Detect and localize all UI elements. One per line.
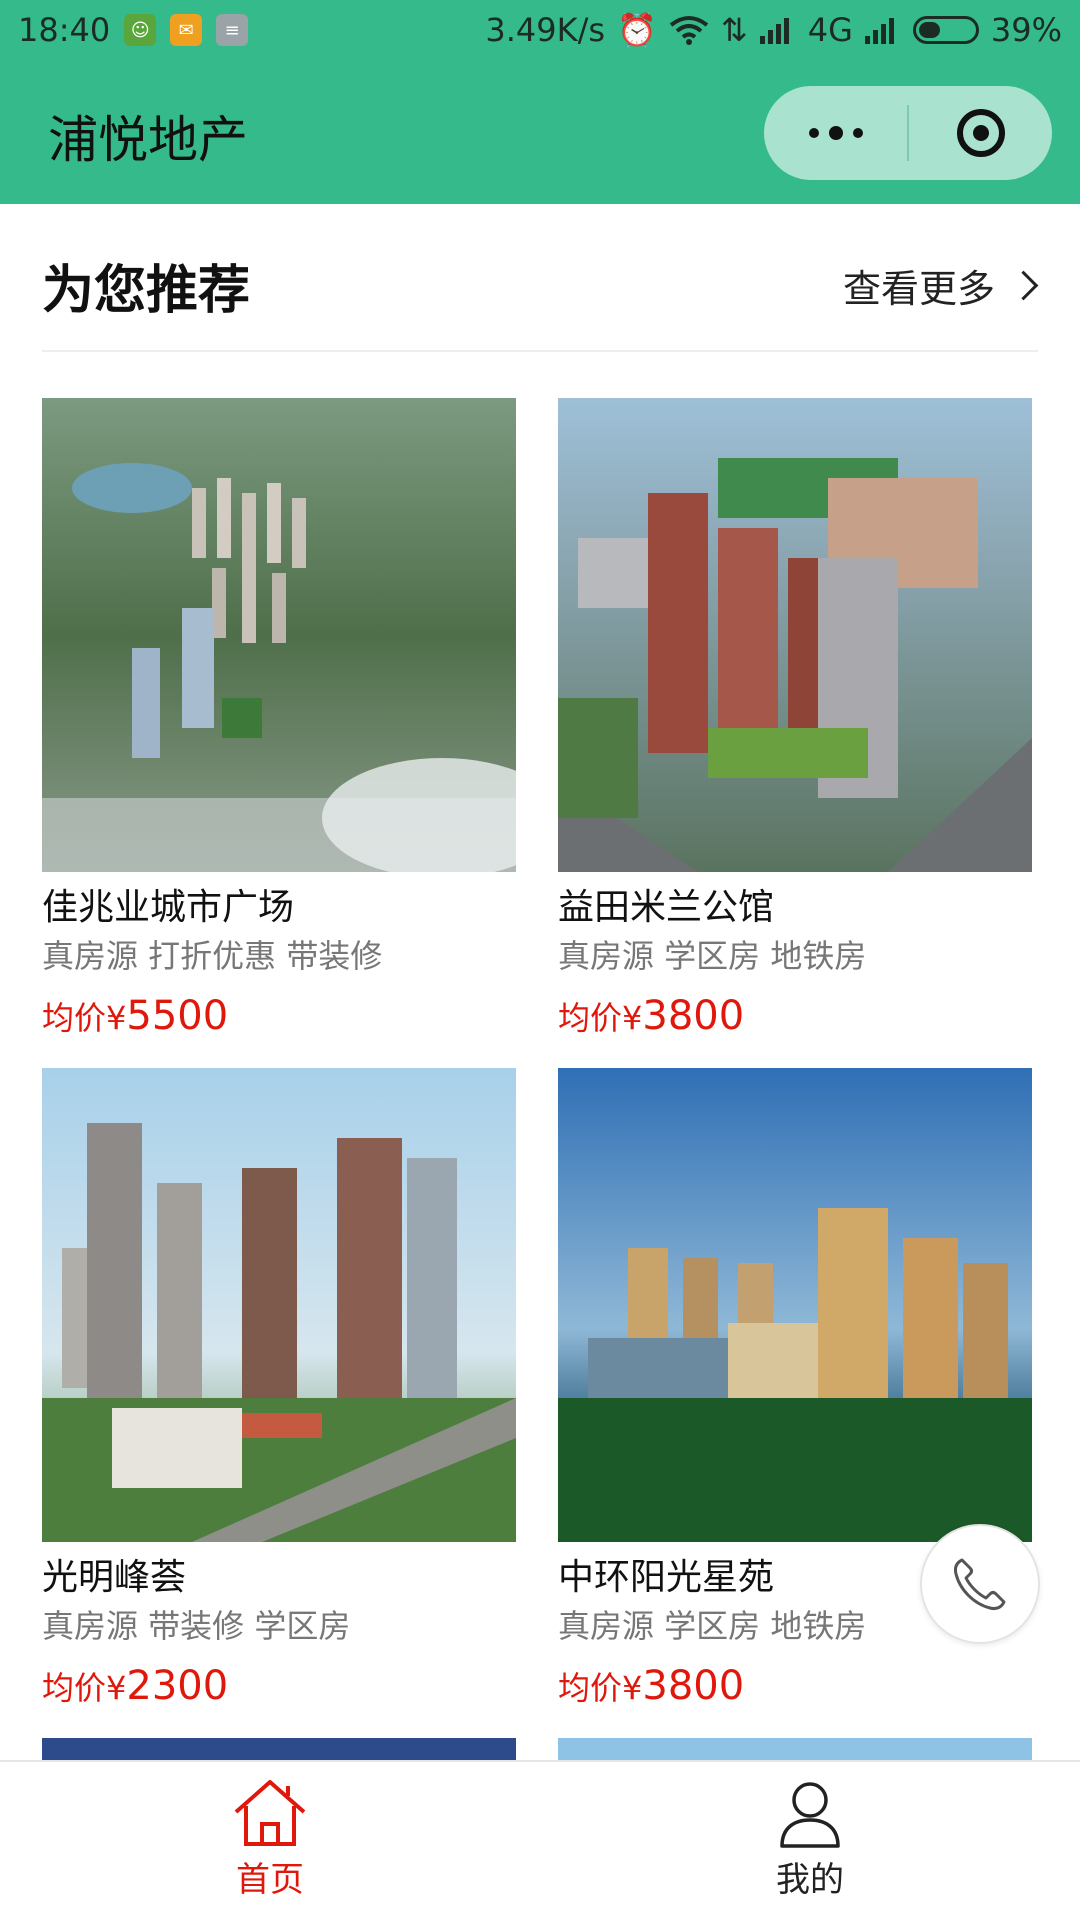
app-notification-icon: ≡	[216, 14, 249, 46]
section-divider	[42, 350, 1038, 352]
call-button[interactable]	[920, 1524, 1040, 1644]
price-prefix: 均价¥	[42, 1669, 127, 1707]
view-more-link[interactable]: 查看更多	[842, 258, 1039, 313]
price-value: 3800	[642, 1663, 745, 1709]
phone-icon	[954, 1558, 1006, 1610]
page-title: 浦悦地产	[48, 111, 248, 169]
network-speed: 3.49K/s	[485, 11, 606, 49]
price-prefix: 均价¥	[558, 999, 643, 1037]
alarm-icon: ⏰	[617, 11, 657, 49]
listing-card[interactable]: 益田米兰公馆 真房源 学区房 地铁房 均价¥3800	[558, 398, 1032, 1046]
listing-price: 均价¥3800	[558, 986, 1032, 1046]
tab-home[interactable]: 首页	[0, 1762, 540, 1922]
network-type: 4G	[807, 11, 853, 49]
listing-photo	[42, 1068, 516, 1542]
tab-bar: 首页 我的	[0, 1760, 1080, 1922]
price-prefix: 均价¥	[42, 999, 127, 1037]
listing-card[interactable]: 佳兆业城市广场 真房源 打折优惠 带装修 均价¥5500	[42, 398, 516, 1046]
nav-bar: 浦悦地产	[0, 60, 1080, 204]
target-icon	[956, 109, 1005, 157]
listing-photo	[558, 398, 1032, 872]
wechat-notification-icon: ☺	[124, 14, 157, 46]
more-dots-icon	[808, 126, 863, 140]
price-prefix: 均价¥	[558, 1669, 643, 1707]
listing-name: 益田米兰公馆	[558, 887, 775, 928]
battery-percent: 39%	[990, 11, 1062, 49]
home-icon	[234, 1780, 306, 1846]
listing-tags: 真房源 学区房 地铁房	[558, 937, 867, 975]
data-transfer-icon: ⇅	[720, 11, 748, 49]
price-value: 5500	[126, 993, 229, 1039]
listing-photo	[42, 398, 516, 872]
price-value: 2300	[126, 1663, 229, 1709]
price-value: 3800	[642, 993, 745, 1039]
listing-tags: 真房源 带装修 学区房	[42, 1607, 351, 1645]
chevron-right-icon	[1008, 270, 1039, 301]
listing-price: 均价¥2300	[42, 1656, 516, 1716]
more-options-button[interactable]	[764, 86, 907, 180]
listing-photo-partial[interactable]	[42, 1738, 516, 1760]
message-notification-icon: ✉	[170, 14, 203, 46]
status-time: 18:40	[18, 11, 111, 49]
listing-card[interactable]: 光明峰荟 真房源 带装修 学区房 均价¥2300	[42, 1068, 516, 1716]
battery-icon	[912, 16, 979, 44]
wifi-icon	[669, 16, 709, 45]
signal-icon-2	[864, 18, 894, 44]
close-mini-program-button[interactable]	[909, 86, 1052, 180]
listing-name: 佳兆业城市广场	[42, 887, 295, 928]
listing-photo-partial[interactable]	[558, 1738, 1032, 1760]
listing-photo	[558, 1068, 1032, 1542]
tab-home-label: 首页	[236, 1860, 304, 1900]
listing-price: 均价¥3800	[558, 1656, 1032, 1716]
tab-mine-label: 我的	[776, 1860, 844, 1900]
listing-price: 均价¥5500	[42, 986, 516, 1046]
view-more-label: 查看更多	[842, 267, 995, 311]
mini-program-capsule	[764, 86, 1052, 180]
listing-tags: 真房源 打折优惠 带装修	[42, 937, 383, 975]
listing-name: 光明峰荟	[42, 1557, 187, 1598]
tab-mine[interactable]: 我的	[540, 1762, 1080, 1922]
user-icon	[780, 1782, 840, 1848]
status-bar: 18:40 ☺ ✉ ≡ 3.49K/s ⏰ ⇅ 4G 39%	[0, 0, 1080, 60]
section-title: 为您推荐	[42, 261, 251, 321]
signal-icon	[759, 18, 789, 44]
